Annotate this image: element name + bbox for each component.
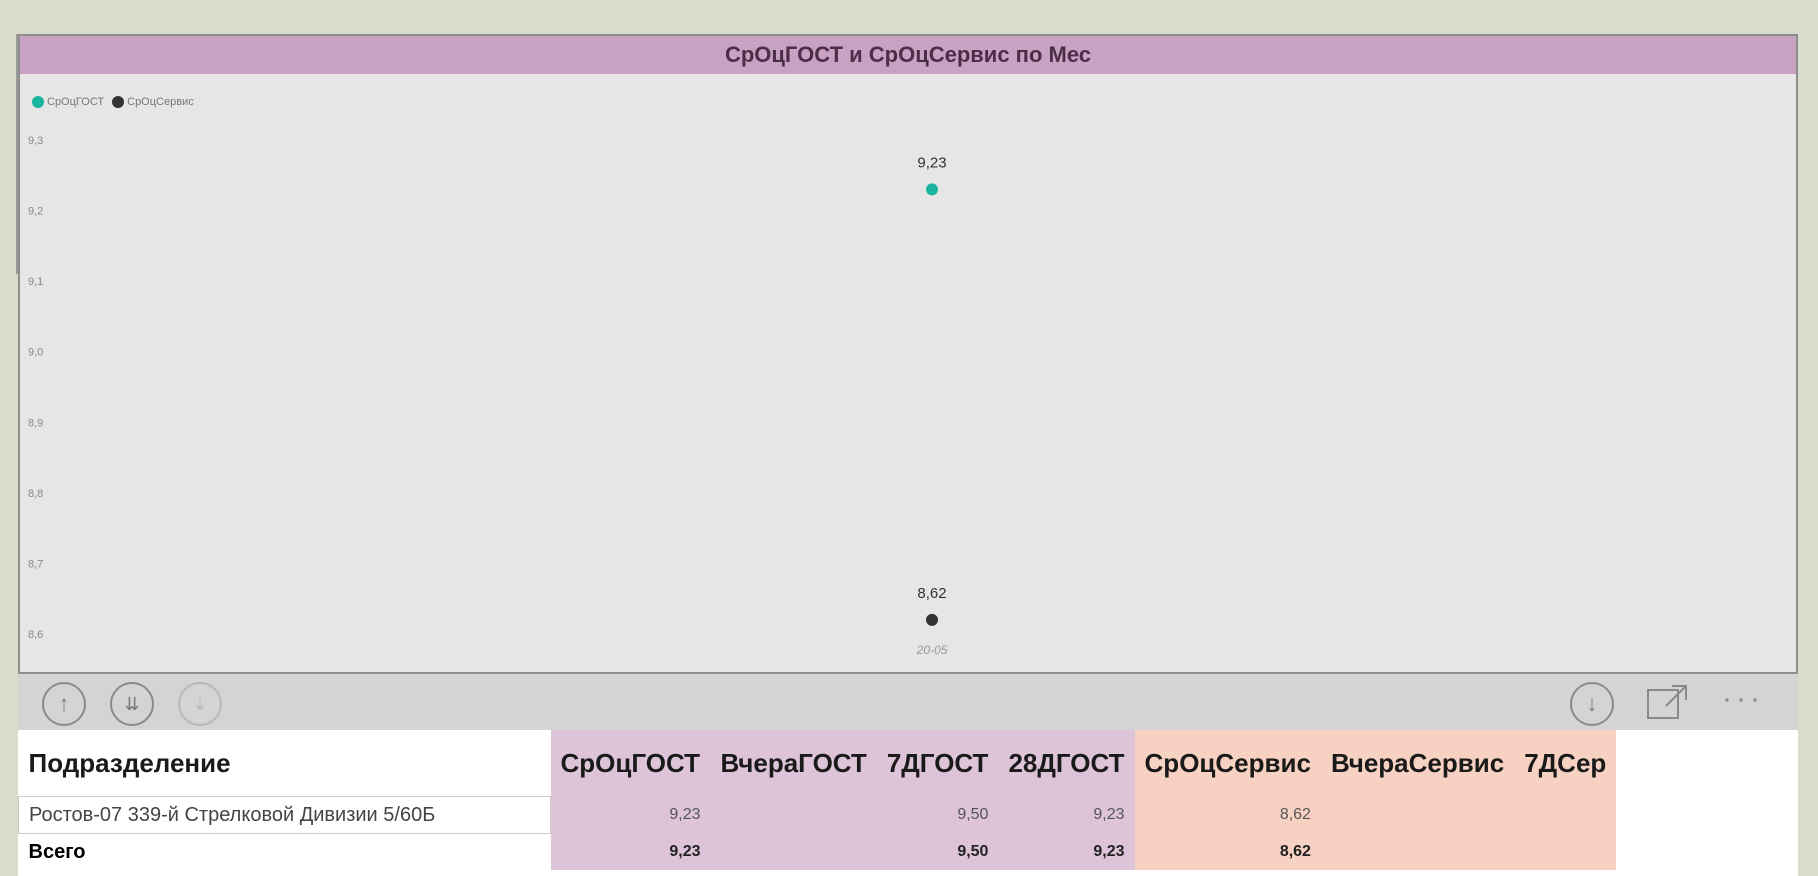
- table-header-row: Подразделение СрОцГОСТ ВчераГОСТ 7ДГОСТ …: [18, 730, 1617, 797]
- y-tick-label: 9,0: [28, 347, 43, 359]
- y-tick-label: 8,9: [28, 417, 43, 429]
- total-vcheragost: [710, 833, 877, 870]
- col-header-28dgost[interactable]: 28ДГОСТ: [998, 730, 1135, 797]
- expand-all-down-icon[interactable]: ⇊: [110, 682, 154, 726]
- data-points: 9,23 8,62: [917, 154, 947, 626]
- y-tick-label: 8,6: [28, 629, 43, 641]
- cell-srotsservis: 8,62: [1134, 796, 1321, 834]
- total-vcheraservis: [1320, 833, 1515, 870]
- visual-toolbar: ↑ ⇊ ⇣ ↓ ···: [18, 674, 1798, 730]
- cell-vcheragost: [710, 796, 877, 834]
- data-label: 9,23: [917, 154, 946, 171]
- total-28dgost: 9,23: [998, 833, 1135, 870]
- cell-7dgost: 9,50: [876, 796, 999, 834]
- y-tick-label: 9,3: [28, 135, 43, 147]
- y-tick-label: 9,1: [28, 276, 43, 288]
- x-tick-label: 20-05: [916, 643, 948, 657]
- total-7dgost: 9,50: [876, 833, 999, 870]
- col-header-7dgost[interactable]: 7ДГОСТ: [876, 730, 999, 797]
- total-label: Всего: [18, 833, 551, 870]
- y-tick-label: 8,7: [28, 558, 43, 570]
- more-options-icon[interactable]: ···: [1722, 682, 1764, 716]
- drill-mode-icon[interactable]: ⇣: [178, 682, 222, 726]
- cell-subdivision: Ростов-07 339-й Стрелковой Дивизии 5/60Б: [18, 796, 551, 834]
- plot-area: 9,3 9,2 9,1 9,0 8,9 8,8 8,7 8,6 20-05 9,23 8,62: [28, 135, 948, 657]
- y-tick-label: 8,8: [28, 488, 43, 500]
- total-srotsservis: 8,62: [1134, 833, 1321, 870]
- drill-up-icon[interactable]: ↑: [42, 682, 86, 726]
- matrix-table: Подразделение СрОцГОСТ ВчераГОСТ 7ДГОСТ …: [18, 730, 1798, 876]
- col-header-srotsgost[interactable]: СрОцГОСТ: [550, 730, 711, 797]
- scatter-chart-visual[interactable]: СрОцГОСТ и СрОцСервис по Мес СрОцГОСТ Ср…: [18, 34, 1798, 674]
- data-label: 8,62: [917, 585, 946, 602]
- table-total-row: Всего 9,23 9,50 9,23 8,62: [18, 833, 1617, 870]
- total-7dservis: [1514, 833, 1617, 870]
- table-row[interactable]: Ростов-07 339-й Стрелковой Дивизии 5/60Б…: [18, 796, 1617, 834]
- cell-7dservis: [1514, 796, 1617, 834]
- x-axis: 20-05: [916, 643, 948, 657]
- col-header-subdivision[interactable]: Подразделение: [18, 730, 551, 797]
- data-point-srotsgost[interactable]: [926, 183, 938, 196]
- total-srotsgost: 9,23: [550, 833, 711, 870]
- col-header-vcheraservis[interactable]: ВчераСервис: [1320, 730, 1515, 797]
- col-header-7dservis[interactable]: 7ДСер: [1514, 730, 1617, 797]
- col-header-vcheragost[interactable]: ВчераГОСТ: [710, 730, 877, 797]
- cell-vcheraservis: [1320, 796, 1515, 834]
- y-axis: 9,3 9,2 9,1 9,0 8,9 8,8 8,7 8,6: [28, 135, 43, 641]
- focus-mode-icon[interactable]: [1646, 684, 1688, 729]
- cell-28dgost: 9,23: [998, 796, 1135, 834]
- y-tick-label: 9,2: [28, 206, 43, 218]
- data-point-srotsservis[interactable]: [926, 613, 938, 626]
- col-header-srotsservis[interactable]: СрОцСервис: [1134, 730, 1321, 797]
- drill-down-icon[interactable]: ↓: [1570, 682, 1614, 726]
- cell-srotsgost: 9,23: [550, 796, 711, 834]
